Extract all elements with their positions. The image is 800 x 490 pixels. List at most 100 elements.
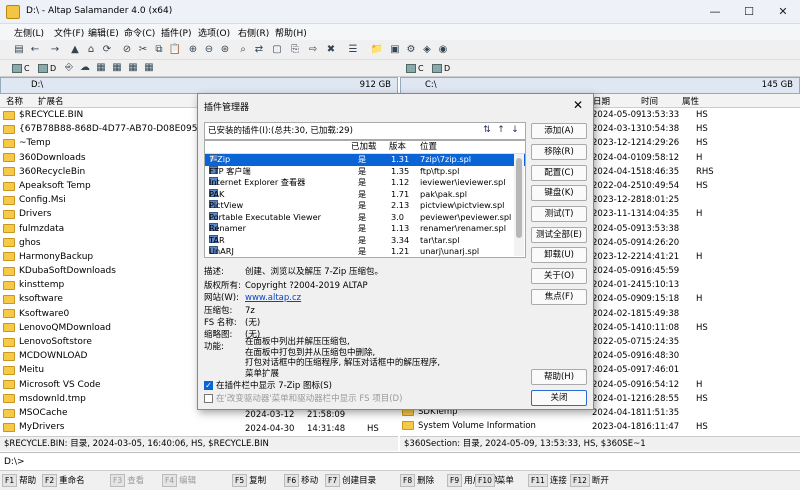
fkey-f11-button[interactable]: F11 连接 (528, 474, 567, 488)
back-icon[interactable]: ← (28, 43, 42, 57)
plugin-fs2-icon[interactable]: ▦ (126, 61, 140, 75)
col-location[interactable]: 位置 (420, 141, 437, 154)
fkey-f6-button[interactable]: F6 移动 (284, 474, 318, 488)
command-line[interactable]: D:\> (0, 452, 800, 470)
fkey-f7-button[interactable]: F7 创建目录 (325, 474, 376, 488)
col-version[interactable]: 版本 (389, 141, 406, 154)
plugin-row[interactable]: FTP 客户端 是 1.35 ftp\ftp.spl (205, 165, 525, 178)
drive-d-left[interactable]: D (38, 62, 56, 75)
select-icon[interactable]: ⊕ (186, 43, 200, 57)
find-icon[interactable]: ⌕ (236, 43, 250, 57)
plugin-7zip-icon[interactable]: ◉ (436, 43, 450, 57)
menu-right[interactable]: 右侧(R) (238, 26, 269, 39)
left-path-bar[interactable]: D:\ 912 GB (0, 77, 398, 94)
copy-icon[interactable]: ⧉ (152, 43, 166, 57)
hot-path-icon[interactable]: 📁 (370, 43, 384, 57)
close-button[interactable]: ✕ (768, 2, 798, 22)
file-name[interactable]: System Volume Information (418, 421, 536, 431)
fkey-f3-button[interactable]: F3 查看 (110, 474, 144, 488)
about-button[interactable]: 关于(O) (531, 268, 587, 284)
refresh-icon[interactable]: ⟳ (100, 43, 114, 57)
plugin-row[interactable]: UnCAB 是 1.24 uncab\uncab.spl (205, 258, 525, 259)
view-mode-icon[interactable]: ☰ (346, 43, 360, 57)
dialog-close-icon[interactable]: ✕ (569, 97, 587, 113)
fkey-f1-button[interactable]: F1 帮助 (2, 474, 36, 488)
website-link[interactable]: www.altap.cz (245, 293, 301, 304)
test-button[interactable]: 测试(T) (531, 206, 587, 222)
drive-c-right[interactable]: C (406, 62, 424, 75)
fkey-f2-button[interactable]: F2 重命名 (42, 474, 85, 488)
menu-command[interactable]: 命令(C) (124, 26, 155, 39)
minimize-button[interactable]: — (700, 2, 730, 22)
col-date[interactable]: 日期 (593, 95, 610, 107)
cloud-icon[interactable]: ☁ (78, 61, 92, 75)
plugins-icon[interactable]: ◈ (420, 43, 434, 57)
fkey-f5-button[interactable]: F5 复制 (232, 474, 266, 488)
plugin-row[interactable]: Internet Explorer 查看器 是 1.12 ieviewer\ievie… (205, 177, 525, 189)
configure-button[interactable]: 配置(C) (531, 165, 587, 181)
menu-edit[interactable]: 编辑(E) (88, 26, 119, 39)
fkey-f12-button[interactable]: F12 断开 (570, 474, 609, 488)
plugin-row[interactable]: TAR 是 3.34 tar\tar.spl (205, 234, 525, 247)
menu-options[interactable]: 选项(O) (198, 26, 230, 39)
unload-button[interactable]: 卸载(U) (531, 247, 587, 263)
network-icon[interactable]: ⎆ (62, 61, 76, 75)
plugin-row[interactable]: PictView 是 2.13 pictview\pictview.spl (205, 200, 525, 212)
delete-icon[interactable]: ✖ (324, 43, 338, 57)
scroll-thumb[interactable] (516, 158, 522, 238)
fkey-f10-button[interactable]: F10 菜单 (475, 474, 514, 488)
keyboard-button[interactable]: 键盘(K) (531, 185, 587, 201)
col-attr[interactable]: 属性 (682, 95, 699, 107)
plugin-row[interactable]: 7-Zip 是 1.31 7zip\7zip.spl (205, 154, 525, 166)
menu-help[interactable]: 帮助(H) (275, 26, 307, 39)
focus-button[interactable]: 焦点(F) (531, 289, 587, 305)
plugin-fs-icon[interactable]: ▦ (110, 61, 124, 75)
remove-button[interactable]: 移除(R) (531, 144, 587, 160)
close-dialog-button[interactable]: 关闭 (531, 390, 587, 406)
show-icon-checkbox[interactable]: ✓ 在插件栏中显示 7-Zip 图标(S) (204, 381, 332, 392)
sort-icon[interactable]: ⇅ (482, 124, 492, 137)
cut-icon[interactable]: ✂ (136, 43, 150, 57)
plugin-row[interactable]: Portable Executable Viewer 是 3.0 peviewer\p… (205, 211, 525, 224)
col-time[interactable]: 时间 (641, 95, 658, 107)
drive-c-left[interactable]: C (12, 62, 30, 75)
plugin-fs3-icon[interactable]: ▦ (142, 61, 156, 75)
settings-icon[interactable]: ⚙ (404, 43, 418, 57)
menu-file[interactable]: 文件(F) (54, 26, 84, 39)
test-all-button[interactable]: 测试全部(E) (531, 227, 587, 243)
invert-icon[interactable]: ⊛ (218, 43, 232, 57)
move-down-icon[interactable]: ↓ (510, 124, 520, 137)
move-icon[interactable]: ⇨ (306, 43, 320, 57)
right-path-bar[interactable]: C:\ 145 GB (400, 77, 800, 94)
paste-icon[interactable]: 📋 (168, 43, 182, 57)
plugin-scrollbar[interactable] (514, 154, 524, 256)
menu-left[interactable]: 左侧(L) (14, 26, 44, 39)
fkey-f8-button[interactable]: F8 删除 (400, 474, 434, 488)
copy-files-icon[interactable]: ⎘ (288, 43, 302, 57)
deselect-icon[interactable]: ⊖ (202, 43, 216, 57)
maximize-button[interactable]: ☐ (734, 2, 764, 22)
filter-icon[interactable]: ⊘ (120, 43, 134, 57)
drive-d-right[interactable]: D (432, 62, 450, 75)
col-ext[interactable]: 扩展名 (38, 95, 64, 107)
add-button[interactable]: 添加(A) (531, 123, 587, 139)
move-up-icon[interactable]: ↑ (496, 124, 506, 137)
parent-dir-icon[interactable]: ▲ (68, 43, 82, 57)
change-drive-icon[interactable]: ▤ (12, 43, 26, 57)
help-button[interactable]: 帮助(H) (531, 369, 587, 385)
cmd-icon[interactable]: ▣ (388, 43, 402, 57)
compare-icon[interactable]: ⇄ (252, 43, 266, 57)
show-fs-checkbox[interactable]: 在'改变驱动器'菜单和驱动器栏中显示 FS 项目(D) (204, 394, 402, 405)
plugin-row[interactable]: PAK 是 1.71 pak\pak.spl (205, 188, 525, 201)
fkey-f4-button[interactable]: F4 编辑 (162, 474, 196, 488)
ftp-icon[interactable]: ▦ (94, 61, 108, 75)
col-loaded[interactable]: 已加载 (351, 141, 377, 154)
col-name[interactable]: 名称 (6, 95, 23, 107)
plugin-table[interactable]: 已加载 版本 位置 7-Zip 是 1.31 7zip\7zip.spl FTP 客户端… (204, 140, 526, 258)
new-folder-icon[interactable]: ▢ (270, 43, 284, 57)
menu-plugins[interactable]: 插件(P) (161, 26, 191, 39)
root-dir-icon[interactable]: ⌂ (84, 43, 98, 57)
forward-icon[interactable]: → (48, 43, 62, 57)
plugin-row[interactable]: Renamer 是 1.13 renamer\renamer.spl (205, 223, 525, 235)
plugin-row[interactable]: UnARJ 是 1.21 unarj\unarj.spl (205, 246, 525, 257)
